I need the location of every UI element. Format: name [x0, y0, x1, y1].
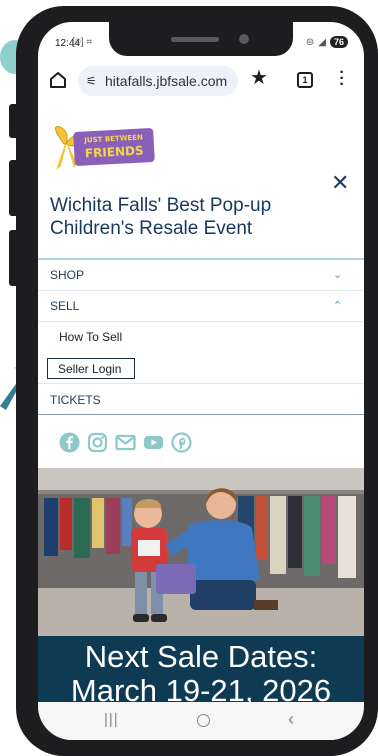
battery-badge: 76: [329, 36, 348, 48]
youtube-icon[interactable]: [143, 432, 164, 453]
site-settings-icon[interactable]: ⚟: [86, 74, 97, 88]
phone-side-button: [9, 104, 17, 138]
tab-switcher-button[interactable]: 1: [297, 72, 313, 88]
divider: [38, 290, 364, 291]
logo-line-2: FRIENDS: [84, 143, 144, 161]
signal-icon: ◢: [318, 36, 326, 48]
facebook-icon[interactable]: [59, 432, 80, 453]
browser-toolbar: ⚟ hitafalls.jbfsale.com ★ 1 · · ·: [38, 62, 364, 98]
instagram-icon[interactable]: [87, 432, 108, 453]
camera-notch: [109, 22, 293, 56]
phone-screen: 12:44 [⌾] ⌗ ⊜ ◢ 76 ⚟ hitafalls.jbfsale.c…: [38, 22, 364, 740]
phone-volume-down: [9, 230, 17, 286]
divider: [38, 321, 364, 322]
hero-photo: [38, 468, 364, 636]
nav-item-tickets[interactable]: TICKETS: [50, 393, 101, 407]
nav-item-shop[interactable]: SHOP: [50, 268, 84, 282]
social-links: [59, 431, 192, 453]
pinterest-icon[interactable]: [171, 431, 192, 453]
divider: [38, 414, 364, 415]
status-notification-icons: [⌾] ⌗: [72, 37, 92, 48]
android-navigation-bar: ||| ‹: [38, 702, 364, 740]
speaker-grille: [171, 37, 219, 42]
nav-subitem-how-to-sell[interactable]: How To Sell: [59, 330, 122, 344]
divider: [38, 383, 364, 384]
url-text: hitafalls.jbfsale.com: [105, 73, 228, 89]
email-icon[interactable]: [115, 432, 136, 453]
bookmark-star-icon[interactable]: ★: [250, 65, 268, 90]
site-logo[interactable]: JUST BETWEEN FRIENDS: [48, 122, 158, 174]
logo-badge: JUST BETWEEN FRIENDS: [73, 127, 155, 167]
page-title: Wichita Falls' Best Pop-up Children's Re…: [50, 195, 272, 239]
chevron-down-icon[interactable]: ⌄: [333, 268, 342, 281]
back-icon[interactable]: ‹: [288, 709, 294, 730]
divider: [38, 258, 364, 260]
home-icon[interactable]: [48, 70, 68, 90]
hero-photo-image: [38, 468, 364, 636]
recents-icon[interactable]: |||: [104, 711, 119, 728]
nav-item-sell[interactable]: SELL: [50, 299, 79, 313]
more-options-icon[interactable]: · · ·: [338, 65, 346, 93]
status-right-icons: ⊜ ◢ 76: [306, 36, 348, 48]
front-camera: [239, 34, 249, 44]
phone-volume-up: [9, 160, 17, 216]
chevron-up-icon[interactable]: ⌃: [333, 299, 342, 312]
close-menu-icon[interactable]: ✕: [331, 170, 349, 196]
wifi-icon: ⊜: [305, 36, 315, 48]
nav-subitem-seller-login[interactable]: Seller Login: [58, 362, 121, 376]
home-button-icon[interactable]: [197, 714, 210, 727]
address-bar[interactable]: ⚟ hitafalls.jbfsale.com: [78, 66, 238, 96]
sale-dates-heading: Next Sale Dates:: [84, 639, 318, 674]
